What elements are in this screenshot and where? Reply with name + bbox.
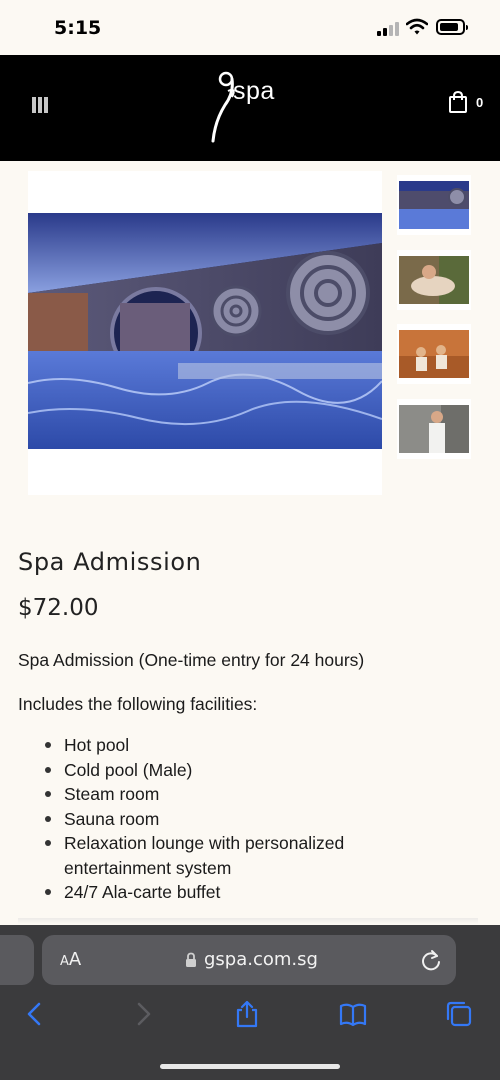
tabs-icon[interactable] [444, 999, 474, 1029]
logo-text: spa [233, 77, 275, 105]
hamburger-menu-icon[interactable] [32, 97, 49, 113]
gspa-logo[interactable]: spa [205, 69, 300, 149]
thumbnail-sauna[interactable] [397, 324, 471, 384]
cellular-signal-icon [377, 22, 401, 36]
spa-pool-illustration [28, 213, 382, 449]
wifi-icon [406, 18, 428, 35]
status-time: 5:15 [54, 17, 102, 39]
sauna-room-thumbnail [399, 330, 469, 378]
previous-tab-peek[interactable] [0, 935, 34, 985]
clipped-content [18, 918, 478, 924]
product-description: Spa Admission (One-time entry for 24 hou… [18, 650, 365, 670]
woman-relaxing-thumbnail [399, 256, 469, 304]
share-icon[interactable] [232, 999, 262, 1029]
battery-icon [436, 19, 468, 35]
url-text: gspa.com.sg [204, 949, 318, 970]
list-item: Steam room [44, 782, 404, 807]
back-icon[interactable] [20, 999, 50, 1029]
facilities-heading: Includes the following facilities: [18, 694, 258, 714]
product-title: Spa Admission [18, 548, 202, 576]
bookmarks-icon[interactable] [338, 999, 368, 1029]
address-bar[interactable]: AA gspa.com.sg [42, 935, 456, 985]
reload-icon[interactable] [420, 948, 442, 972]
product-price: $72.00 [18, 595, 99, 621]
cart-count: 0 [476, 95, 484, 110]
lock-icon [186, 952, 196, 967]
spa-pool-thumbnail [399, 181, 469, 229]
home-indicator [160, 1064, 340, 1069]
text-size-button[interactable]: AA [60, 949, 81, 970]
thumbnail-woman-towel[interactable] [397, 399, 471, 459]
list-item: Cold pool (Male) [44, 758, 404, 783]
thumbnail-spa-pool[interactable] [397, 175, 471, 235]
status-bar: 5:15 [0, 0, 500, 55]
list-item: Relaxation lounge with personalized ente… [44, 831, 404, 880]
list-item: Hot pool [44, 733, 404, 758]
forward-icon[interactable] [128, 999, 158, 1029]
site-header: spa 0 [0, 55, 500, 161]
woman-in-towel-thumbnail [399, 405, 469, 453]
list-item: 24/7 Ala-carte buffet [44, 880, 404, 905]
shopping-bag-button[interactable]: 0 [448, 89, 488, 115]
shopping-bag-icon [449, 91, 467, 113]
spa-pool-photo[interactable] [28, 213, 382, 449]
main-image-frame [28, 171, 382, 495]
browser-toolbar: AA gspa.com.sg [0, 925, 500, 1080]
product-gallery [0, 161, 500, 501]
list-item: Sauna room [44, 807, 404, 832]
facility-list: Hot pool Cold pool (Male) Steam room Sau… [44, 733, 404, 905]
thumbnail-woman-relaxing[interactable] [397, 250, 471, 310]
